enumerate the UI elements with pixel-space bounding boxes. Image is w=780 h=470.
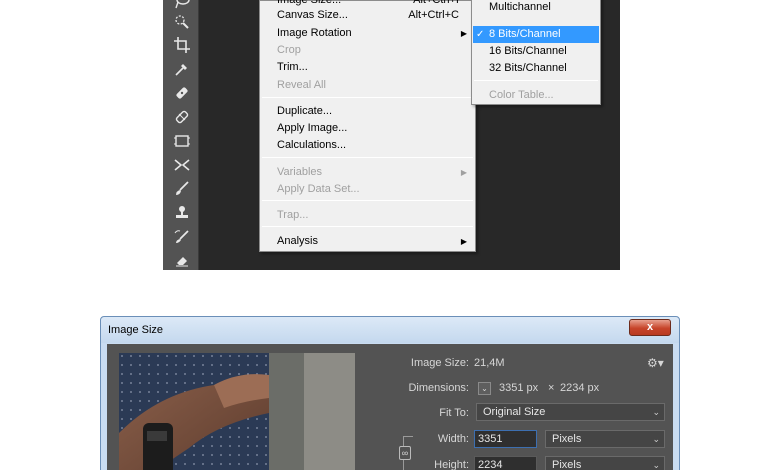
close-icon: x bbox=[646, 321, 654, 333]
check-icon: ✓ bbox=[476, 29, 485, 40]
eraser-icon[interactable] bbox=[172, 250, 192, 270]
menu-item-duplicate[interactable]: Duplicate... bbox=[260, 103, 475, 120]
menu-item-trim[interactable]: Trim... bbox=[260, 59, 475, 76]
submenu-item-multichannel[interactable]: Multichannel bbox=[473, 0, 599, 16]
menu-item-label: Reveal All bbox=[277, 79, 326, 91]
close-button[interactable]: x bbox=[629, 319, 671, 336]
menu-item-label: Trap... bbox=[277, 209, 309, 221]
width-input[interactable]: 3351 bbox=[474, 430, 537, 448]
brush-icon[interactable] bbox=[172, 179, 192, 199]
fit-to-value: Original Size bbox=[483, 406, 546, 418]
menu-separator bbox=[262, 200, 473, 201]
fit-to-label: Fit To: bbox=[439, 407, 469, 419]
menu-item-label: Calculations... bbox=[277, 139, 347, 151]
dialog-title: Image Size bbox=[108, 324, 164, 336]
menu-item-label: Canvas Size... bbox=[277, 9, 348, 21]
menu-separator bbox=[262, 157, 473, 158]
menu-separator bbox=[262, 97, 473, 98]
submenu-arrow-icon: ▶ bbox=[460, 168, 467, 177]
clone-stamp-icon[interactable] bbox=[172, 203, 192, 223]
submenu-item-color-table[interactable]: Color Table... bbox=[473, 87, 599, 104]
width-input-value: 3351 bbox=[478, 433, 503, 445]
mode-submenu: Multichannel ✓ 8 Bits/Channel 16 Bits/Ch… bbox=[471, 0, 601, 105]
width-unit-select[interactable]: Pixels ⌄ bbox=[545, 430, 665, 448]
menu-item-variables[interactable]: Variables ▶ bbox=[260, 164, 475, 181]
menu-item-image-rotation[interactable]: Image Rotation ▶ bbox=[260, 25, 475, 42]
height-input[interactable]: 2234 bbox=[474, 456, 537, 470]
chevron-down-icon: ⌄ bbox=[652, 407, 660, 417]
dimensions-times: × bbox=[548, 382, 555, 394]
chevron-down-icon: ⌄ bbox=[652, 434, 660, 444]
menu-item-label: Image Rotation bbox=[277, 27, 352, 39]
fit-to-select[interactable]: Original Size ⌄ bbox=[476, 403, 665, 421]
menu-item-apply-image[interactable]: Apply Image... bbox=[260, 120, 475, 137]
crop-icon[interactable] bbox=[172, 35, 192, 55]
submenu-arrow-icon: ▶ bbox=[460, 237, 467, 246]
menu-item-label: Crop bbox=[277, 44, 301, 56]
frame-icon[interactable] bbox=[172, 131, 192, 151]
height-unit-select[interactable]: Pixels ⌄ bbox=[545, 456, 665, 470]
dimensions-height-value: 2234 px bbox=[560, 382, 600, 394]
image-size-value: 21,4M bbox=[474, 357, 505, 369]
submenu-item-8-bits[interactable]: ✓ 8 Bits/Channel bbox=[473, 26, 599, 43]
menu-item-shortcut: Alt+Ctrl+C bbox=[408, 9, 459, 21]
image-menu: Image Size... Alt+Ctrl+I Canvas Size... … bbox=[259, 0, 476, 252]
height-unit-value: Pixels bbox=[552, 459, 582, 470]
width-unit-value: Pixels bbox=[552, 433, 582, 445]
patch-icon[interactable] bbox=[172, 107, 192, 127]
menu-item-label: Analysis bbox=[277, 235, 318, 247]
link-icon[interactable]: ∞ bbox=[399, 446, 411, 460]
submenu-item-label: Color Table... bbox=[489, 89, 554, 101]
dialog-titlebar[interactable]: Image Size x bbox=[101, 317, 679, 343]
eyedropper-icon[interactable] bbox=[172, 59, 192, 79]
lasso-icon[interactable] bbox=[172, 0, 192, 12]
submenu-item-label: 16 Bits/Channel bbox=[489, 45, 567, 57]
menu-item-label: Variables bbox=[277, 166, 323, 178]
menu-item-canvas-size[interactable]: Canvas Size... Alt+Ctrl+C bbox=[260, 7, 475, 24]
quick-selection-icon[interactable] bbox=[172, 12, 192, 32]
tools-panel bbox=[163, 0, 199, 270]
menu-item-trap[interactable]: Trap... bbox=[260, 207, 475, 224]
dimensions-width-value: 3351 px bbox=[499, 382, 539, 394]
height-input-value: 2234 bbox=[478, 459, 503, 470]
image-size-dialog: Image Size x Image Size: 21,4M ⚙▾ Dimens… bbox=[100, 316, 680, 470]
dialog-body: Image Size: 21,4M ⚙▾ Dimensions: ⌄ 3351 … bbox=[107, 344, 673, 470]
menu-separator bbox=[474, 80, 598, 81]
width-label: Width: bbox=[437, 433, 469, 445]
submenu-item-16-bits[interactable]: 16 Bits/Channel bbox=[473, 43, 599, 60]
submenu-item-label: Multichannel bbox=[489, 1, 551, 13]
chevron-down-icon: ⌄ bbox=[481, 384, 488, 393]
dimensions-label: Dimensions: bbox=[408, 382, 469, 394]
image-size-label: Image Size: bbox=[410, 357, 469, 369]
menu-item-analysis[interactable]: Analysis ▶ bbox=[260, 233, 475, 250]
photoshop-screenshot: Image Size... Alt+Ctrl+I Canvas Size... … bbox=[163, 0, 620, 270]
menu-item-reveal-all[interactable]: Reveal All bbox=[260, 77, 475, 94]
healing-brush-icon[interactable] bbox=[172, 83, 192, 103]
gear-icon[interactable]: ⚙▾ bbox=[647, 356, 664, 370]
menu-separator bbox=[262, 226, 473, 227]
content-aware-move-icon[interactable] bbox=[172, 155, 192, 175]
menu-item-crop[interactable]: Crop bbox=[260, 42, 475, 59]
height-label: Height: bbox=[434, 459, 469, 470]
dimensions-dropdown-button[interactable]: ⌄ bbox=[478, 382, 491, 395]
menu-item-label: Duplicate... bbox=[277, 105, 333, 117]
submenu-item-label: 32 Bits/Channel bbox=[489, 62, 567, 74]
submenu-arrow-icon: ▶ bbox=[460, 29, 467, 38]
submenu-item-label: 8 Bits/Channel bbox=[489, 28, 561, 40]
menu-item-label: Apply Data Set... bbox=[277, 183, 360, 195]
chevron-down-icon: ⌄ bbox=[652, 460, 660, 470]
menu-item-label: Apply Image... bbox=[277, 122, 348, 134]
history-brush-icon[interactable] bbox=[172, 227, 192, 247]
menu-item-apply-data-set[interactable]: Apply Data Set... bbox=[260, 181, 475, 198]
gear-glyph: ⚙ bbox=[647, 356, 658, 370]
image-preview[interactable] bbox=[119, 353, 355, 470]
submenu-item-32-bits[interactable]: 32 Bits/Channel bbox=[473, 60, 599, 77]
menu-item-label: Trim... bbox=[277, 61, 308, 73]
menu-item-calculations[interactable]: Calculations... bbox=[260, 137, 475, 154]
